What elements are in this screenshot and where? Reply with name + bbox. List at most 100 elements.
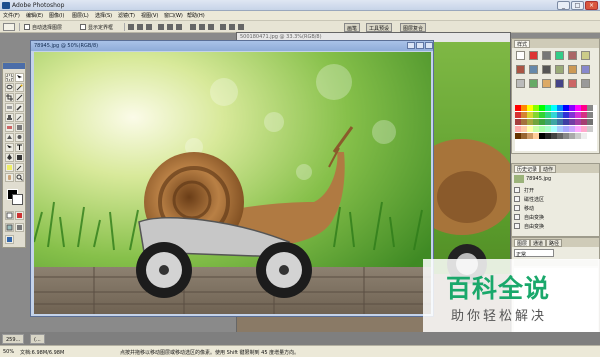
tab-actions[interactable]: 动作	[540, 165, 557, 173]
show-transform-checkbox[interactable]	[80, 24, 86, 30]
doc-close-button[interactable]	[425, 42, 433, 49]
style-swatch[interactable]	[516, 51, 525, 60]
style-swatch[interactable]	[529, 65, 538, 74]
screen-mode-standard-icon[interactable]	[5, 223, 14, 232]
style-swatch[interactable]	[516, 79, 525, 88]
style-swatch[interactable]	[542, 65, 551, 74]
clone-stamp-tool-icon[interactable]	[5, 113, 14, 122]
well-brushes-tab[interactable]: 画笔	[344, 23, 361, 32]
history-snapshot[interactable]: 78945.jpg	[526, 176, 551, 184]
history-item[interactable]: 打开	[524, 187, 534, 195]
move-tool-icon[interactable]	[15, 73, 24, 82]
gradient-tool-icon[interactable]	[15, 123, 24, 132]
minimized-doc-bar: 259... (...	[0, 332, 600, 345]
style-swatch[interactable]	[542, 79, 551, 88]
style-swatch[interactable]	[555, 79, 564, 88]
document-caption-text: 78945.jpg @ 50%(RGB/8)	[34, 43, 99, 49]
history-item[interactable]: 移动	[524, 205, 534, 213]
menu-window[interactable]: 窗口(W)	[164, 12, 183, 19]
slice-tool-icon[interactable]	[15, 93, 24, 102]
menu-layer[interactable]: 图层(L)	[72, 12, 89, 19]
path-selection-tool-icon[interactable]	[5, 143, 14, 152]
pen-tool-icon[interactable]	[5, 153, 14, 162]
history-item[interactable]: 自由变换	[524, 223, 544, 231]
blur-tool-icon[interactable]	[5, 133, 14, 142]
magic-wand-tool-icon[interactable]	[15, 83, 24, 92]
quick-mask-mode-icon[interactable]	[15, 211, 24, 220]
crop-tool-icon[interactable]	[5, 93, 14, 102]
tab-styles[interactable]: 样式	[514, 40, 531, 48]
move-tool-preset-icon[interactable]	[3, 23, 15, 31]
blend-mode-select[interactable]: 正常	[514, 249, 554, 258]
tab-paths[interactable]: 路径	[546, 239, 563, 247]
swatches-grid[interactable]	[515, 105, 597, 151]
menu-filter[interactable]: 滤镜(T)	[118, 12, 135, 19]
background-color-swatch[interactable]	[12, 194, 23, 205]
standard-mode-icon[interactable]	[5, 211, 14, 220]
healing-brush-tool-icon[interactable]	[5, 103, 14, 112]
well-tool-presets-tab[interactable]: 工具预设	[366, 23, 393, 32]
style-swatch[interactable]	[581, 65, 590, 74]
divider	[19, 23, 20, 31]
style-swatch[interactable]	[568, 79, 577, 88]
align-buttons-icon[interactable]	[128, 23, 248, 31]
tab-history[interactable]: 历史记录	[514, 165, 541, 173]
style-swatch[interactable]	[555, 51, 564, 60]
minimize-button[interactable]: _	[557, 1, 570, 10]
hand-tool-icon[interactable]	[5, 173, 14, 182]
screen-mode-full-icon[interactable]	[15, 223, 24, 232]
document-window[interactable]: 78945.jpg @ 50%(RGB/8)	[30, 40, 434, 317]
history-brush-tool-icon[interactable]	[15, 113, 24, 122]
eyedropper-tool-icon[interactable]	[15, 163, 24, 172]
menu-bar: 文件(F) 编辑(E) 图像(I) 图层(L) 选择(S) 滤镜(T) 视图(V…	[0, 11, 600, 21]
notes-tool-icon[interactable]	[5, 163, 14, 172]
style-swatch[interactable]	[568, 51, 577, 60]
style-swatch[interactable]	[581, 79, 590, 88]
shape-tool-icon[interactable]	[15, 153, 24, 162]
history-item[interactable]: 自由变换	[524, 214, 544, 222]
style-swatch[interactable]	[555, 65, 564, 74]
menu-image[interactable]: 图像(I)	[49, 12, 64, 19]
status-bar: 50% 文档:6.98M/6.98M 点按并拖移以移动图层或移动选区的像素。使用…	[0, 345, 600, 357]
auto-select-checkbox[interactable]	[24, 24, 30, 30]
doc-size: 文档:6.98M/6.98M	[20, 350, 65, 356]
dodge-tool-icon[interactable]	[15, 133, 24, 142]
brush-tool-icon[interactable]	[15, 103, 24, 112]
style-swatch[interactable]	[516, 65, 525, 74]
eraser-tool-icon[interactable]	[5, 123, 14, 132]
minimized-doc-tab[interactable]: 259...	[2, 334, 25, 344]
zoom-level[interactable]: 50%	[3, 349, 14, 355]
history-item[interactable]: 磁性选区	[524, 196, 544, 204]
minimized-doc-tab[interactable]: (...	[30, 334, 45, 344]
history-state-icon	[514, 223, 520, 229]
styles-panel: 样式	[511, 38, 600, 154]
maximize-button[interactable]: □	[571, 1, 584, 10]
well-layer-comps-tab[interactable]: 图层复合	[400, 23, 427, 32]
menu-edit[interactable]: 编辑(E)	[26, 12, 43, 19]
style-swatch[interactable]	[529, 51, 538, 60]
type-tool-icon[interactable]	[15, 143, 24, 152]
tab-channels[interactable]: 通道	[530, 239, 547, 247]
blend-mode-value: 正常	[516, 252, 527, 258]
menu-help[interactable]: 帮助(H)	[187, 12, 205, 19]
jump-to-imageready-icon[interactable]	[5, 235, 14, 244]
history-state-icon	[514, 187, 520, 193]
tab-layers[interactable]: 图层	[514, 239, 531, 247]
toolbox-grip[interactable]	[3, 63, 25, 69]
menu-view[interactable]: 视图(V)	[141, 12, 158, 19]
marquee-tool-icon[interactable]	[5, 73, 14, 82]
style-swatch[interactable]	[568, 65, 577, 74]
lasso-tool-icon[interactable]	[5, 83, 14, 92]
style-swatch[interactable]	[542, 51, 551, 60]
watermark-title: 百科全说	[446, 274, 551, 303]
zoom-tool-icon[interactable]	[15, 173, 24, 182]
close-button[interactable]: ×	[585, 1, 598, 10]
style-swatch[interactable]	[581, 51, 590, 60]
divider	[124, 23, 125, 31]
menu-select[interactable]: 选择(S)	[95, 12, 112, 19]
history-state-icon	[514, 205, 520, 211]
style-swatch[interactable]	[529, 79, 538, 88]
doc-maximize-button[interactable]	[416, 42, 424, 49]
doc-minimize-button[interactable]	[407, 42, 415, 49]
menu-file[interactable]: 文件(F)	[3, 12, 20, 19]
